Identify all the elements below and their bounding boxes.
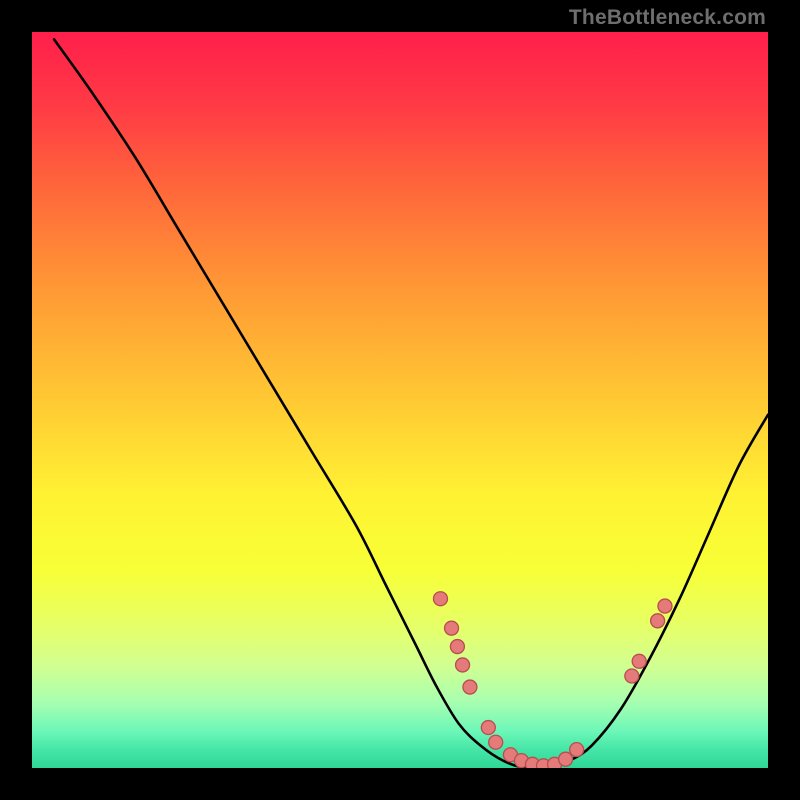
curve-layer [32, 32, 768, 768]
chart-stage: TheBottleneck.com [0, 0, 800, 800]
data-point [489, 735, 503, 749]
data-point [625, 669, 639, 683]
data-points [433, 592, 671, 768]
watermark-label: TheBottleneck.com [569, 6, 766, 30]
data-point [450, 640, 464, 654]
data-point [456, 658, 470, 672]
data-point [463, 680, 477, 694]
data-point [433, 592, 447, 606]
plot-area [32, 32, 768, 768]
bottleneck-curve [54, 39, 768, 768]
data-point [445, 621, 459, 635]
data-point [570, 743, 584, 757]
data-point [559, 752, 573, 766]
data-point [481, 721, 495, 735]
data-point [632, 654, 646, 668]
data-point [658, 599, 672, 613]
data-point [651, 614, 665, 628]
